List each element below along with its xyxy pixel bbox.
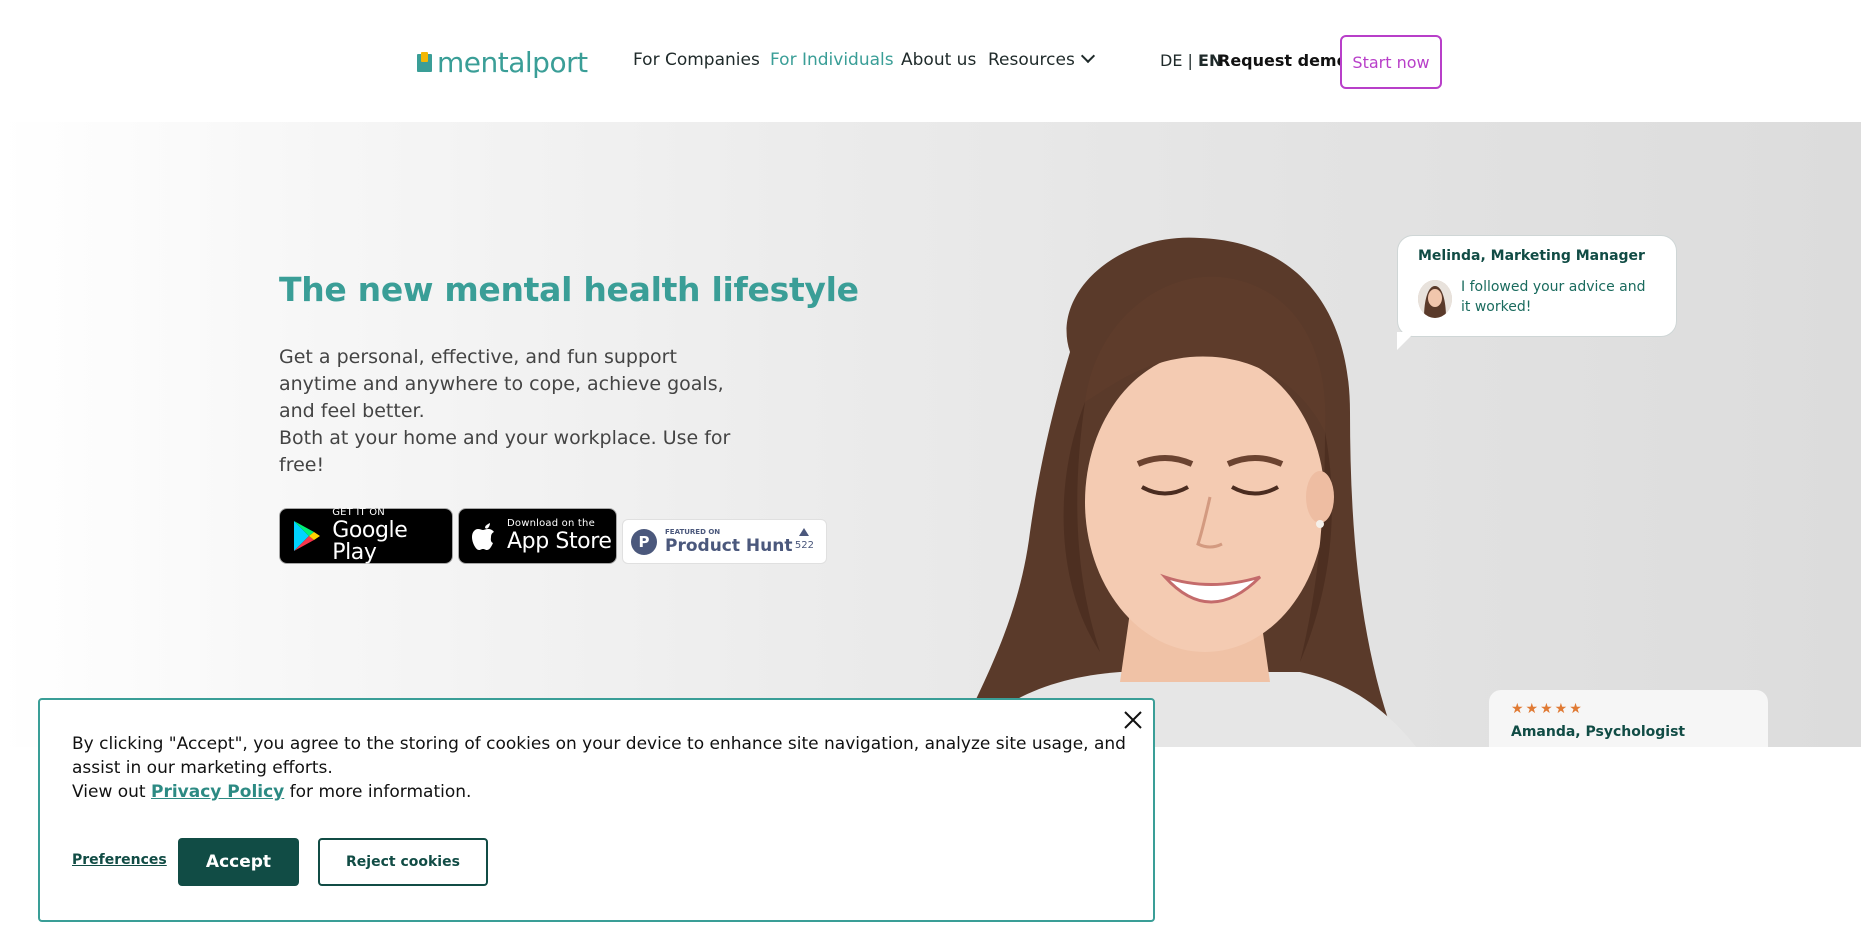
product-hunt-big-text: Product Hunt [665,535,793,556]
cookie-view-prefix: View out [72,782,146,802]
product-hunt-badge[interactable]: P FEATURED ON Product Hunt 522 [622,519,827,564]
testimonial-name: Melinda, Marketing Manager [1418,248,1645,264]
logo-link[interactable]: mentalport [417,42,588,82]
start-now-button[interactable]: Start now [1340,35,1442,89]
rating-stars: ★★★★★ [1511,701,1584,717]
hero-text-line1: Get a personal, effective, and fun suppo… [279,346,724,422]
review-name: Amanda, Psychologist [1511,724,1686,740]
upvote-triangle-icon [799,528,810,536]
cookie-consent-text: By clicking "Accept", you agree to the s… [72,734,1126,778]
cookie-banner: By clicking "Accept", you agree to the s… [38,698,1155,922]
preferences-link[interactable]: Preferences [72,852,167,868]
chevron-down-icon [1080,48,1095,64]
lang-de-link[interactable]: DE [1160,51,1182,70]
google-play-icon [290,518,324,554]
cookie-text: By clicking "Accept", you agree to the s… [72,732,1152,804]
product-hunt-upvotes: 522 [795,528,814,551]
privacy-policy-link[interactable]: Privacy Policy [151,782,284,802]
apple-icon [467,518,503,554]
nav-about-us[interactable]: About us [901,50,976,70]
hero-section: The new mental health lifestyle Get a pe… [0,122,1861,747]
hero-description: Get a personal, effective, and fun suppo… [279,344,759,479]
nav-resources-label: Resources [988,50,1075,70]
testimonial-bubble: Melinda, Marketing Manager I followed yo… [1397,235,1677,337]
product-hunt-count: 522 [794,540,814,551]
hero-title: The new mental health lifestyle [279,270,859,309]
logo-icon [417,52,432,72]
nav-resources-dropdown[interactable]: Resources [988,48,1095,70]
app-store-small-text: Download on the [507,518,595,529]
bubble-tail [1397,332,1415,350]
cookie-view-suffix: for more information. [289,782,472,802]
testimonial-avatar [1418,280,1452,318]
google-play-big-text: Google Play [332,518,408,565]
nav-for-individuals[interactable]: For Individuals [770,50,894,70]
site-header: mentalport For Companies For Individuals… [0,0,1861,122]
hero-text-line2: Both at your home and your workplace. Us… [279,427,731,476]
cookie-view-line: View out Privacy Policy for more informa… [72,780,1152,804]
product-hunt-small-text: FEATURED ON [665,527,721,536]
product-hunt-icon: P [631,528,657,555]
testimonial-text: I followed your advice and it worked! [1461,279,1646,315]
app-store-badge[interactable]: Download on the App Store [458,508,617,564]
request-demo-link[interactable]: Request demo [1218,51,1348,70]
app-store-big-text: App Store [507,529,612,554]
accept-button[interactable]: Accept [178,838,299,886]
review-card: ★★★★★ Amanda, Psychologist [1489,690,1768,747]
close-icon[interactable] [1121,708,1145,732]
nav-for-companies[interactable]: For Companies [633,50,760,70]
lang-separator: | [1187,51,1193,70]
google-play-small-text: GET IT ON [332,507,385,518]
language-switcher: DE | EN [1160,51,1222,70]
google-play-badge[interactable]: GET IT ON Google Play [279,508,453,564]
hero-woman-image [952,237,1417,747]
logo-text: mentalport [437,45,588,79]
reject-cookies-button[interactable]: Reject cookies [318,838,488,886]
